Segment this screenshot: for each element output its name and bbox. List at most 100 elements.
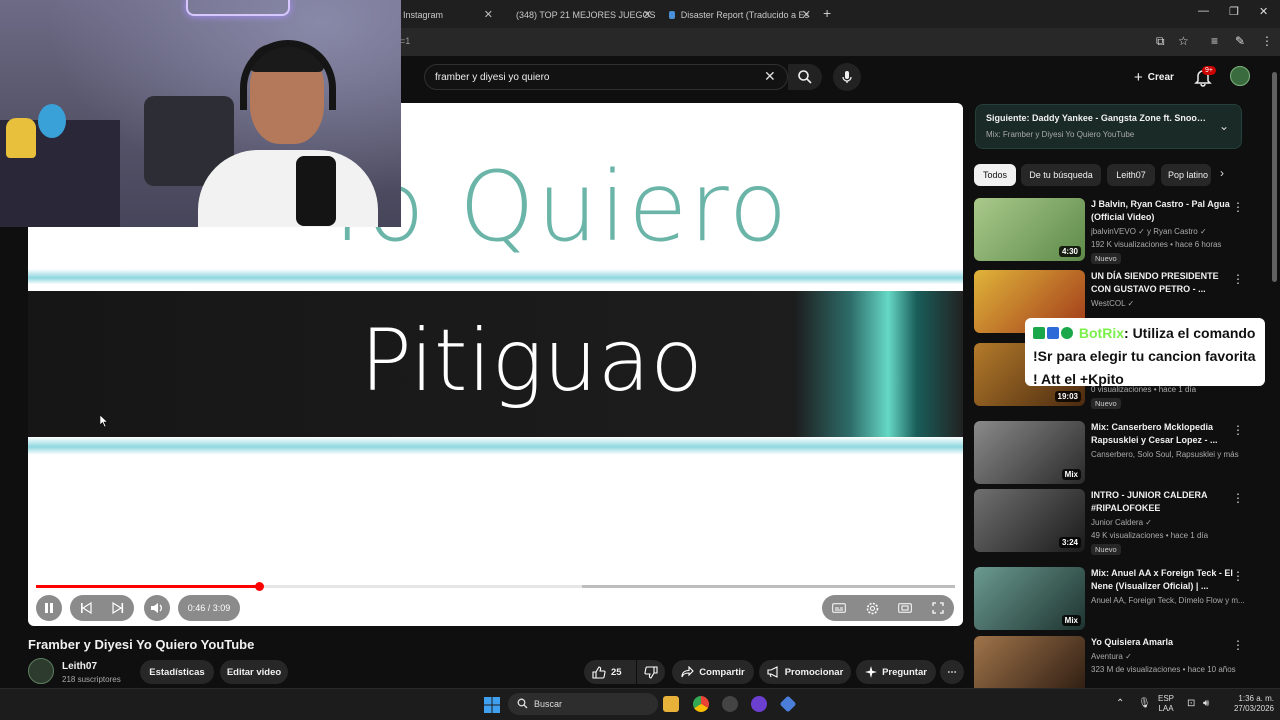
edit-video-button[interactable]: Editar video [220, 660, 288, 684]
video-thumbnail[interactable]: Mix [974, 421, 1085, 484]
recommended-title: Yo Quisiera Amarla [1091, 637, 1174, 647]
video-thumbnail[interactable]: 4:30 [974, 198, 1085, 261]
chrome-icon[interactable] [693, 696, 709, 712]
like-button[interactable]: 25 [584, 660, 636, 684]
stats-label: Estadísticas [149, 666, 205, 678]
kebab-menu-icon[interactable]: ⋮ [1232, 423, 1244, 437]
chip-todos[interactable]: Todos [974, 164, 1016, 186]
obs-icon[interactable] [722, 696, 738, 712]
new-badge: Nuevo [1091, 544, 1121, 555]
kebab-menu-icon[interactable]: ⋮ [1232, 638, 1244, 652]
windows-start-icon[interactable] [484, 697, 500, 713]
megaphone-icon [767, 666, 778, 678]
chip-de-tu-busqueda[interactable]: De tu búsqueda [1021, 164, 1101, 186]
pause-button[interactable] [36, 595, 62, 621]
kebab-menu-icon[interactable]: ⋮ [1232, 569, 1244, 583]
clock-date: 27/03/2026 [1233, 704, 1274, 713]
url-text: =1 [400, 36, 411, 46]
recommended-video[interactable]: 4:30 J Balvin, Ryan Castro - Pal Agua (O… [974, 198, 1264, 264]
search-button[interactable] [788, 64, 822, 90]
close-window-icon[interactable]: ✕ [1259, 5, 1268, 18]
previous-icon[interactable] [80, 602, 92, 614]
taskbar-search[interactable]: Buscar [508, 693, 658, 715]
tab-instagram[interactable]: Instagram ✕ [395, 4, 499, 26]
recommended-video[interactable]: Mix Mix: Anuel AA x Foreign Teck - El Ne… [974, 567, 1264, 631]
extension-icon[interactable]: ✎ [1235, 34, 1245, 48]
video-thumbnail[interactable]: 3:24 [974, 489, 1085, 552]
language-indicator[interactable]: ESP LAA [1158, 694, 1174, 714]
speaker-icon[interactable]: 🔊︎ [1203, 698, 1209, 709]
plus-icon[interactable]: + [823, 5, 831, 21]
chevron-right-icon[interactable]: › [1220, 166, 1224, 180]
duration-badge: 3:24 [1058, 537, 1081, 548]
ask-button[interactable]: Preguntar [856, 660, 936, 684]
stats-button[interactable]: Estadísticas [140, 660, 214, 684]
account-avatar[interactable] [1230, 66, 1250, 86]
page-scrollbar[interactable] [1272, 72, 1277, 282]
bookmark-star-icon[interactable]: ☆ [1178, 34, 1189, 48]
video-frame-stripe [28, 269, 963, 291]
restore-icon[interactable]: ❐ [1229, 5, 1239, 18]
promote-label: Promocionar [784, 666, 844, 678]
volume-button[interactable] [144, 595, 170, 621]
video-thumbnail[interactable] [974, 636, 1085, 688]
kebab-menu-icon[interactable]: ⋮ [1261, 34, 1273, 48]
tab-disaster-report[interactable]: Disaster Report (Traducido a Es ✕ [661, 4, 817, 26]
search-icon [517, 698, 528, 709]
close-tab-icon[interactable]: ✕ [643, 8, 652, 21]
chip-leith07[interactable]: Leith07 [1107, 164, 1155, 186]
fullscreen-icon[interactable] [932, 602, 944, 614]
tab-label: Instagram [403, 10, 444, 20]
promote-button[interactable]: Promocionar [759, 660, 851, 684]
close-tab-icon[interactable]: ✕ [484, 8, 493, 21]
voice-search-button[interactable] [833, 63, 861, 91]
channel-name[interactable]: Leith07 [62, 661, 97, 672]
video-thumbnail[interactable]: Mix [974, 567, 1085, 630]
mix-badge: Mix [1061, 615, 1081, 626]
scrubber-handle[interactable] [255, 582, 265, 591]
channel-avatar[interactable] [28, 658, 54, 684]
theater-mode-icon[interactable] [898, 603, 913, 613]
search-icon [798, 70, 812, 84]
minimize-icon[interactable]: — [1198, 5, 1209, 17]
app-icon[interactable] [751, 696, 767, 712]
microphone-icon[interactable]: 🎙︎ [1138, 698, 1151, 709]
share-icon [681, 666, 695, 678]
settings-gear-icon[interactable] [866, 602, 879, 615]
share-button[interactable]: Compartir [672, 660, 754, 684]
network-icon[interactable]: ⊡ [1187, 698, 1195, 709]
media-control-icon[interactable]: ≡ [1211, 34, 1218, 48]
subtitles-icon[interactable] [832, 603, 846, 613]
kebab-menu-icon[interactable]: ⋮ [1232, 200, 1244, 214]
screen: Instagram ✕ (348) TOP 21 MEJORES JUEGOS … [0, 0, 1280, 720]
autoplay-next-card[interactable]: Siguiente: Daddy Yankee - Gangsta Zone f… [975, 104, 1242, 149]
plus-icon: + [1134, 68, 1143, 86]
kebab-menu-icon[interactable]: ⋮ [1232, 491, 1244, 505]
dislike-button[interactable] [637, 660, 665, 684]
next-icon[interactable] [112, 602, 124, 614]
install-app-icon[interactable]: ⧉ [1156, 34, 1165, 49]
more-actions-button[interactable]: ⋯ [940, 660, 964, 684]
chip-pop-latino[interactable]: Pop latino [1161, 164, 1211, 186]
recommended-video[interactable]: Yo Quisiera Amarla Aventura ✓ 323 M de v… [974, 636, 1264, 688]
search-input[interactable] [424, 64, 788, 90]
close-tab-icon[interactable]: ✕ [802, 8, 811, 21]
recommended-video[interactable]: Mix Mix: Canserbero Mcklopedia Rapsuskle… [974, 421, 1264, 485]
system-clock[interactable]: 1:36 a. m. 27/03/2026 [1224, 694, 1274, 714]
recommended-video[interactable]: 3:24 INTRO - JUNIOR CALDERA #RIPALOFOKEE… [974, 489, 1264, 555]
webcam-figurine [6, 118, 36, 158]
like-count: 25 [611, 666, 622, 678]
recommended-channel: Junior Caldera ✓ [1091, 518, 1152, 527]
recommended-title: J Balvin, Ryan Castro - Pal Agua (Offici… [1091, 199, 1230, 222]
chevron-down-icon[interactable]: ⌄ [1219, 119, 1229, 133]
video-frame-text-main: Pitiguao [360, 311, 703, 411]
kebab-menu-icon[interactable]: ⋮ [1232, 272, 1244, 286]
tab-youtube[interactable]: (348) TOP 21 MEJORES JUEGOS ✕ [502, 4, 658, 26]
file-explorer-icon[interactable] [663, 696, 679, 712]
create-button[interactable]: + Crear [1124, 64, 1184, 90]
chevron-up-icon[interactable]: ⌃ [1116, 698, 1124, 709]
clear-search-icon[interactable]: ✕ [764, 68, 776, 85]
new-badge: Nuevo [1091, 398, 1121, 409]
next-video-title: Siguiente: Daddy Yankee - Gangsta Zone f… [986, 113, 1206, 123]
webcam-figurine [38, 104, 66, 138]
